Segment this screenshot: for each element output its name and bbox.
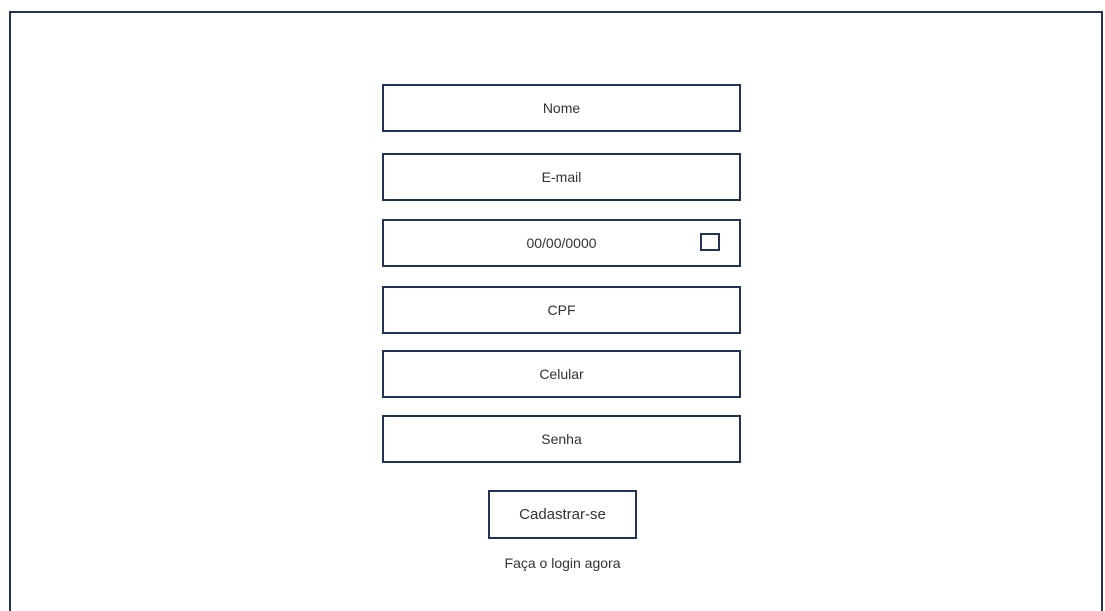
phone-field[interactable]: Celular — [382, 350, 741, 398]
email-field-placeholder: E-mail — [541, 169, 582, 185]
login-link[interactable]: Faça o login agora — [488, 555, 637, 571]
name-field-placeholder: Nome — [542, 100, 581, 116]
birthdate-field-placeholder: 00/00/0000 — [526, 235, 597, 251]
phone-field-placeholder: Celular — [539, 366, 584, 382]
checkbox-icon[interactable] — [700, 233, 720, 251]
cpf-field[interactable]: CPF — [382, 286, 741, 334]
email-field[interactable]: E-mail — [382, 153, 741, 201]
register-button-label: Cadastrar-se — [519, 506, 606, 523]
register-button[interactable]: Cadastrar-se — [488, 490, 637, 539]
birthdate-field[interactable]: 00/00/0000 — [382, 219, 741, 267]
name-field[interactable]: Nome — [382, 84, 741, 132]
password-field-placeholder: Senha — [541, 431, 582, 447]
password-field[interactable]: Senha — [382, 415, 741, 463]
cpf-field-placeholder: CPF — [547, 302, 576, 318]
